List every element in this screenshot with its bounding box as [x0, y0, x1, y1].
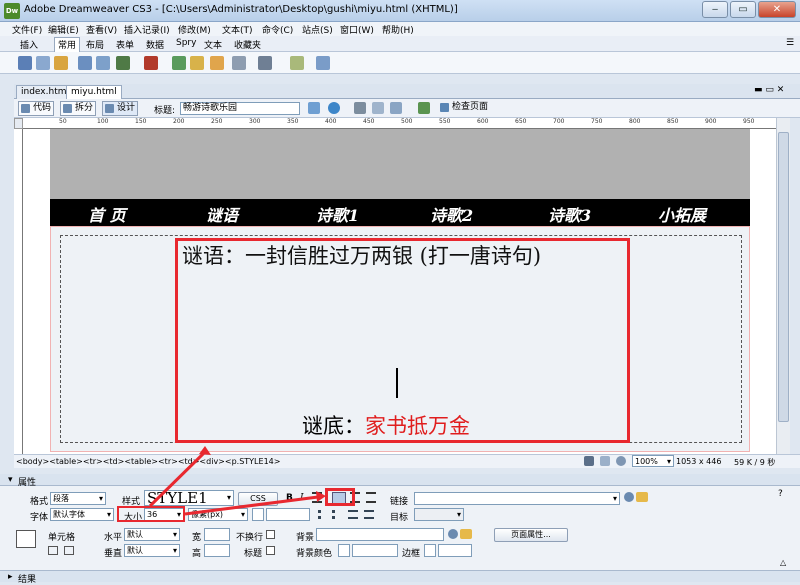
expand-arrow-icon[interactable]: ▸ — [8, 572, 13, 582]
results-title: 结果 — [18, 575, 37, 585]
arrow-center-head — [316, 491, 326, 502]
arrow-size-to-content — [148, 450, 207, 508]
arrow-size-to-center — [184, 495, 319, 516]
results-panel-header[interactable]: ▸ 结果 — [0, 570, 800, 585]
arrow-size-head — [199, 446, 211, 455]
annotation-arrows — [148, 446, 326, 516]
